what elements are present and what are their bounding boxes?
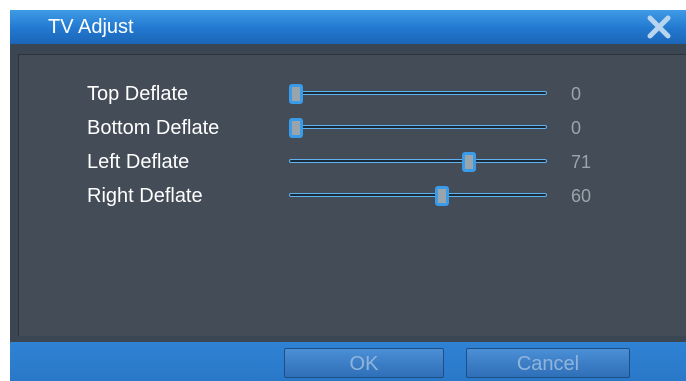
bottom-deflate-label: Bottom Deflate <box>87 117 220 139</box>
slider-track <box>289 159 547 163</box>
top-deflate-slider[interactable] <box>289 79 549 109</box>
right-deflate-row: Right Deflate 60 <box>19 181 686 211</box>
title-bar: TV Adjust <box>10 10 686 44</box>
left-deflate-label: Left Deflate <box>87 151 190 173</box>
cancel-button[interactable]: Cancel <box>466 348 630 378</box>
top-deflate-value: 0 <box>571 84 582 104</box>
slider-track <box>289 125 547 129</box>
slider-thumb[interactable] <box>435 186 449 206</box>
dialog-title: TV Adjust <box>48 16 134 38</box>
bottom-deflate-slider[interactable] <box>289 113 549 143</box>
slider-track <box>289 91 547 95</box>
slider-thumb[interactable] <box>289 84 303 104</box>
left-deflate-row: Left Deflate 71 <box>19 147 686 177</box>
button-bar: OK Cancel <box>10 342 686 381</box>
ok-button[interactable]: OK <box>284 348 444 378</box>
left-deflate-value: 71 <box>571 152 592 172</box>
bottom-deflate-value: 0 <box>571 118 582 138</box>
slider-track <box>289 193 547 197</box>
bottom-deflate-row: Bottom Deflate 0 <box>19 113 686 143</box>
close-icon[interactable] <box>646 14 672 40</box>
top-deflate-label: Top Deflate <box>87 83 189 105</box>
top-deflate-row: Top Deflate 0 <box>19 79 686 109</box>
tv-adjust-dialog: TV Adjust Top Deflate 0 Bottom Deflate 0 <box>10 10 686 381</box>
slider-thumb[interactable] <box>462 152 476 172</box>
settings-panel: Top Deflate 0 Bottom Deflate 0 Left Defl… <box>18 54 686 336</box>
right-deflate-slider[interactable] <box>289 181 549 211</box>
slider-thumb[interactable] <box>289 118 303 138</box>
left-deflate-slider[interactable] <box>289 147 549 177</box>
right-deflate-label: Right Deflate <box>87 185 203 207</box>
right-deflate-value: 60 <box>571 186 592 206</box>
